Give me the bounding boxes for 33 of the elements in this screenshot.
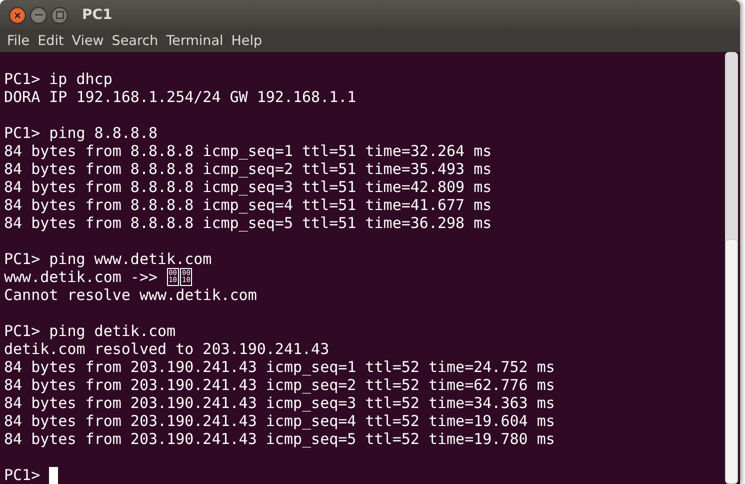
terminal-line: 84 bytes from 8.8.8.8 icmp_seq=1 ttl=51 time=32.264 ms bbox=[4, 142, 492, 160]
terminal-line: 84 bytes from 203.190.241.43 icmp_seq=2 ttl=52 time=62.776 ms bbox=[4, 376, 555, 394]
menu-item[interactable]: Edit bbox=[34, 33, 68, 49]
terminal-line: 84 bytes from 8.8.8.8 icmp_seq=2 ttl=51 time=35.493 ms bbox=[4, 160, 492, 178]
terminal-line: 84 bytes from 8.8.8.8 icmp_seq=5 ttl=51 time=36.298 ms bbox=[4, 214, 492, 232]
menu-item[interactable]: Help bbox=[227, 33, 266, 49]
terminal-line: 84 bytes from 203.190.241.43 icmp_seq=5 ttl=52 time=19.780 ms bbox=[4, 430, 555, 448]
terminal-line: PC1> ping www.detik.com bbox=[4, 250, 212, 268]
terminal-line: 84 bytes from 8.8.8.8 icmp_seq=4 ttl=51 time=41.677 ms bbox=[4, 196, 492, 214]
menu-item[interactable]: View bbox=[68, 33, 108, 49]
scrollbar[interactable] bbox=[725, 52, 738, 484]
terminal-line: 84 bytes from 203.190.241.43 icmp_seq=3 ttl=52 time=34.363 ms bbox=[4, 394, 555, 412]
terminal-line: DORA IP 192.168.1.254/24 GW 192.168.1.1 bbox=[4, 88, 356, 106]
terminal-line: 84 bytes from 203.190.241.43 icmp_seq=4 ttl=52 time=19.604 ms bbox=[4, 412, 555, 430]
maximize-button[interactable] bbox=[51, 6, 68, 24]
minimize-icon bbox=[34, 14, 42, 16]
minimize-button[interactable] bbox=[30, 6, 47, 24]
terminal-line: www.detik.com ->> bbox=[4, 268, 159, 286]
terminal-line: 84 bytes from 8.8.8.8 icmp_seq=3 ttl=51 time=42.809 ms bbox=[4, 178, 492, 196]
menu-item[interactable]: Terminal bbox=[162, 33, 228, 49]
menu-item[interactable]: File bbox=[3, 33, 34, 49]
window-title: PC1 bbox=[82, 7, 112, 23]
terminal-line: PC1> ping detik.com bbox=[4, 322, 176, 340]
close-button[interactable] bbox=[9, 6, 26, 24]
terminal-line: PC1> ping 8.8.8.8 bbox=[4, 124, 158, 142]
close-icon bbox=[14, 12, 21, 18]
terminal-line: 84 bytes from 203.190.241.43 icmp_seq=1 ttl=52 time=24.752 ms bbox=[4, 358, 555, 376]
menu-item[interactable]: Search bbox=[108, 33, 162, 49]
terminal-line: Cannot resolve www.detik.com bbox=[4, 286, 257, 304]
terminal-line: PC1> ip dhcp bbox=[4, 70, 112, 88]
maximize-icon bbox=[56, 11, 64, 19]
terminal-line: PC1> bbox=[4, 466, 42, 484]
terminal-line: detik.com resolved to 203.190.241.43 bbox=[4, 340, 330, 358]
